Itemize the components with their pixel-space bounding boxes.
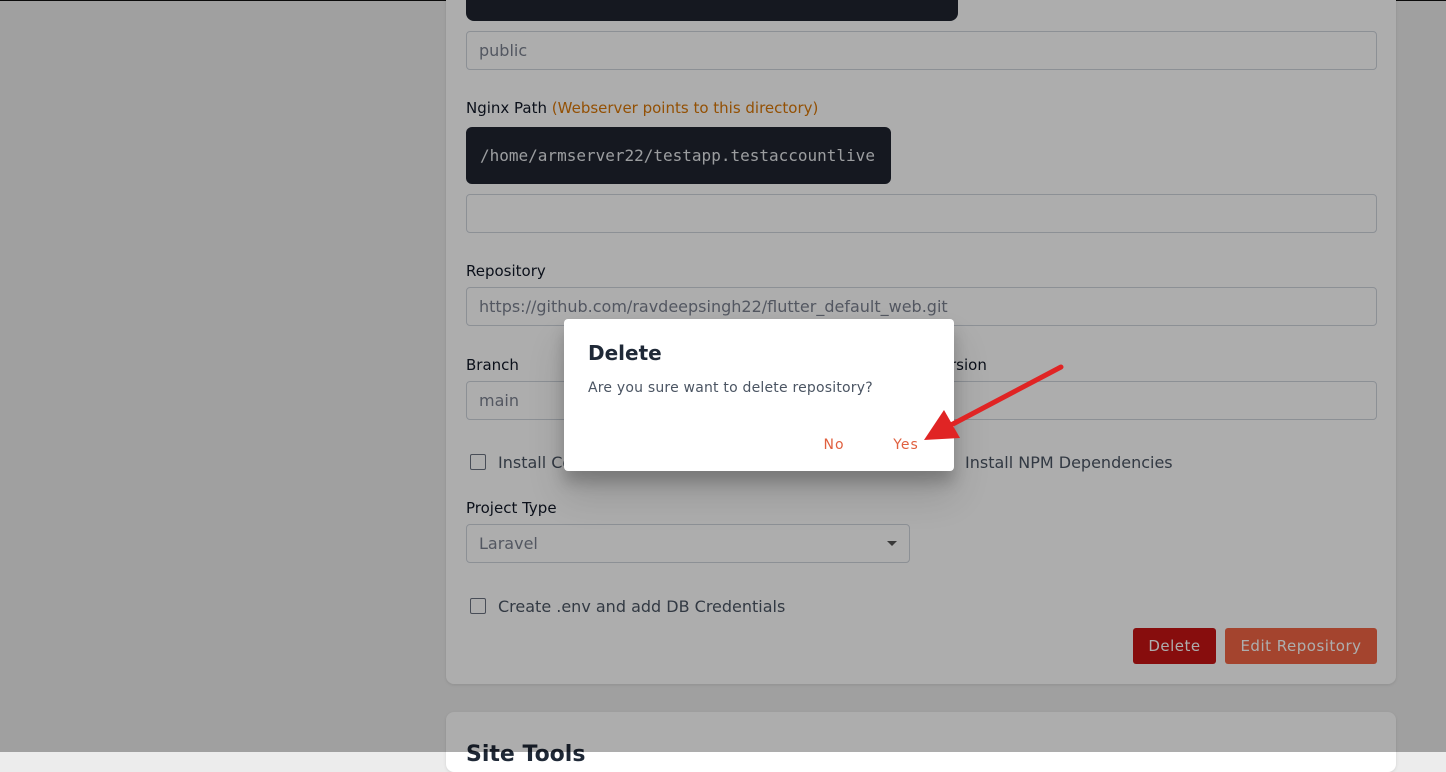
- annotation-arrow-icon: [924, 364, 1064, 440]
